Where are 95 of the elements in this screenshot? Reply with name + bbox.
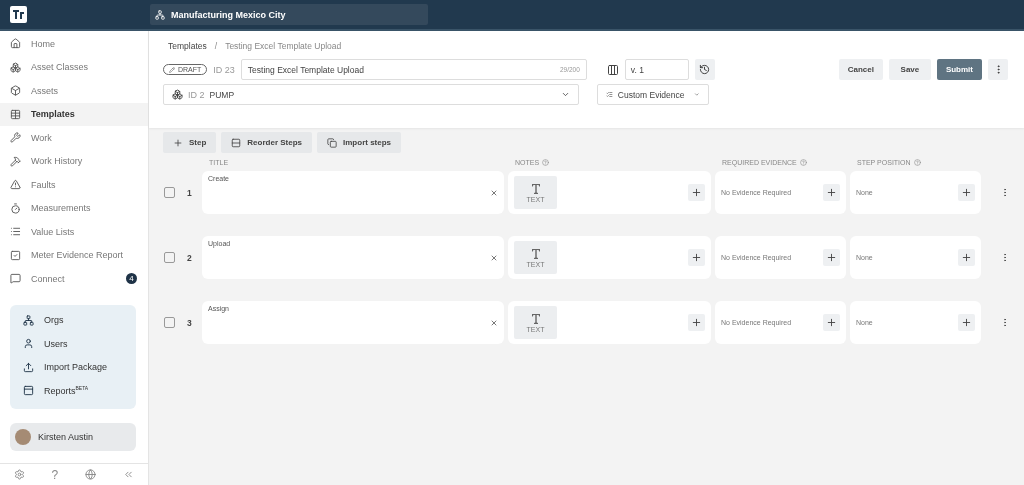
nav-item[interactable]: Measurements [0,196,148,220]
text-icon [530,247,541,259]
add-evidence-button[interactable] [823,314,840,331]
action-button[interactable]: Cancel [838,59,883,80]
nav-item[interactable]: Connect 4 [0,267,148,291]
boxes-icon [172,89,183,100]
admin-icon [23,314,34,326]
settings-icon[interactable] [13,469,25,480]
clear-icon[interactable] [490,188,498,197]
pencil-icon [169,66,175,73]
nav-icon [10,108,21,120]
nav-item[interactable]: Meter Evidence Report [0,243,148,267]
add-position-button[interactable] [958,314,975,331]
nav-item[interactable]: Templates [0,102,148,126]
history-button[interactable] [694,59,715,80]
clear-icon[interactable] [490,253,498,262]
add-position-button[interactable] [958,249,975,266]
nav-item[interactable]: Assets [0,79,148,103]
nav-icon [10,155,21,167]
plus-icon [826,187,837,198]
toolbar-button[interactable]: Reorder Steps [221,132,313,153]
user-card[interactable]: Kirsten Austin [10,422,136,451]
org-selector[interactable]: Manufacturing Mexico City [150,4,428,25]
plus-icon [691,187,702,198]
nav-item[interactable]: Asset Classes [0,55,148,79]
admin-item[interactable]: Orgs [10,308,136,332]
nav-icon [10,85,21,97]
nav-icon [10,202,21,214]
clear-icon[interactable] [490,318,498,327]
step-number: 2 [187,252,193,263]
admin-item[interactable]: Reports$^{BETA}$ [10,379,136,403]
history-icon [699,64,711,75]
org-name: Manufacturing Mexico City [171,9,286,20]
nav-icon [10,38,21,50]
add-evidence-button[interactable] [823,184,840,201]
plus-icon [961,187,972,198]
count-badge: 4 [126,273,137,285]
row-checkbox[interactable] [164,252,175,263]
user-name: Kirsten Austin [38,431,94,442]
plus-icon [826,252,837,263]
admin-icon [23,361,34,373]
avatar [15,428,31,445]
plus-icon [691,252,702,263]
row-checkbox[interactable] [164,317,175,328]
breadcrumb-link[interactable]: Templates [168,41,207,51]
plus-icon [826,317,837,328]
list-icon [606,89,613,100]
version-icon [606,63,619,76]
breadcrumb-link[interactable]: Testing Excel Template Upload [225,41,342,51]
plus-icon [961,317,972,328]
nav-icon [10,273,21,285]
toolbar-button[interactable]: Import steps [317,132,402,153]
nav-icon [10,249,21,261]
nav-item[interactable]: Value Lists [0,220,148,244]
text-icon [530,182,541,194]
plus-icon [691,317,702,328]
admin-icon [23,338,34,350]
row-checkbox[interactable] [164,187,175,198]
step-number: 3 [187,317,193,328]
toolbar-icon [327,137,338,148]
nav-icon [10,226,21,238]
toolbar-icon [231,137,242,148]
plus-icon [961,252,972,263]
add-note-button[interactable] [688,184,705,201]
caret-icon [561,90,570,99]
admin-item[interactable]: Users [10,332,136,356]
toolbar-button[interactable]: Step [163,132,217,153]
logo-icon [10,6,27,23]
template-id: ID 23 [213,64,235,75]
nav-item[interactable]: Home [0,32,148,56]
add-position-button[interactable] [958,184,975,201]
add-note-button[interactable] [688,249,705,266]
step-number: 1 [187,187,193,198]
nav-icon [10,132,21,144]
action-button[interactable]: Submit [936,59,982,80]
text-icon [530,312,541,324]
asset-select[interactable]: ID 2 PUMP [163,84,579,105]
version-field[interactable]: v. 1 [624,59,689,80]
help-button[interactable]: ? [51,467,59,482]
nav-icon [10,61,21,73]
globe-icon[interactable] [85,469,97,480]
add-evidence-button[interactable] [823,249,840,266]
nav-item[interactable]: Work History [0,149,148,173]
admin-item[interactable]: Import Package [10,355,136,379]
network-icon [155,9,165,20]
toolbar-icon [173,137,183,148]
nav-item[interactable]: Faults [0,173,148,197]
add-note-button[interactable] [688,314,705,331]
caret-icon [694,90,700,99]
action-button[interactable]: Save [888,59,931,80]
evidence-select[interactable]: Custom Evidence [597,84,709,105]
breadcrumb-separator: / [214,41,218,51]
nav-icon [10,179,21,191]
nav-item[interactable]: Work [0,126,148,150]
admin-icon [23,385,34,397]
